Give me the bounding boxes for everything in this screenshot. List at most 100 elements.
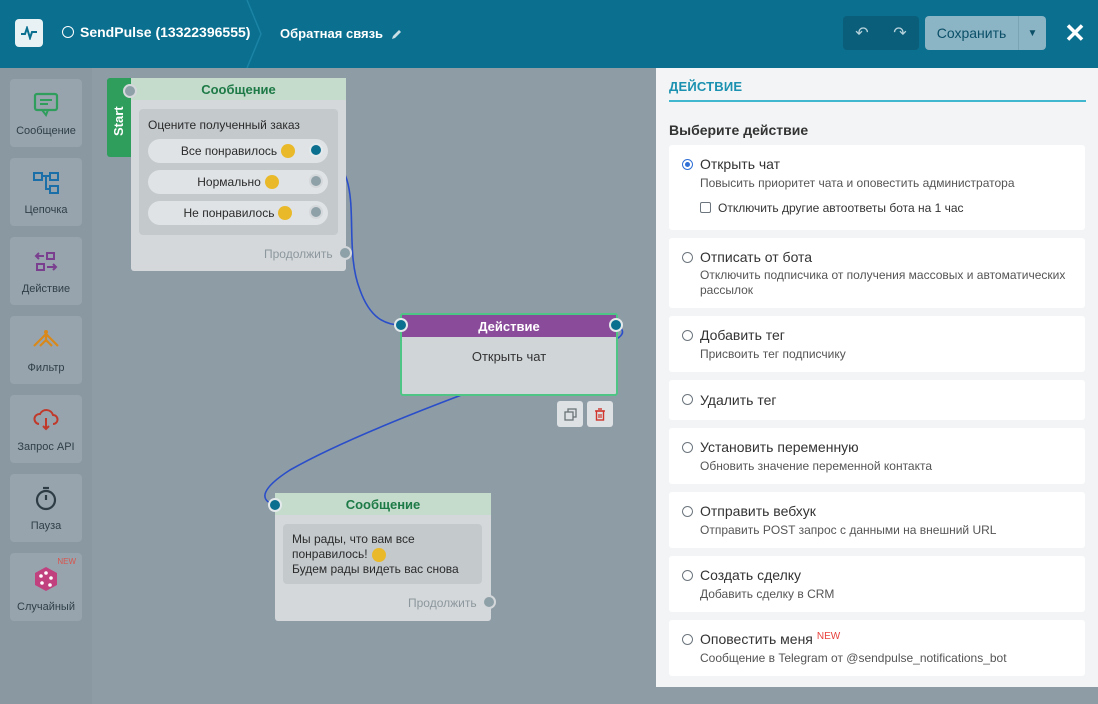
tool-pause[interactable]: Пауза <box>10 474 82 542</box>
undo-icon[interactable]: ↶ <box>843 16 881 50</box>
reply-button-3[interactable]: Не понравилось <box>148 201 328 225</box>
option-description: Отправить POST запрос с данными на внешн… <box>700 523 997 537</box>
radio[interactable] <box>682 330 693 341</box>
action-settings-panel: ДЕЙСТВИЕ Выберите действие Открыть чат П… <box>656 68 1098 687</box>
copy-node-button[interactable] <box>557 401 583 427</box>
neutral-emoji-icon <box>264 175 279 189</box>
trash-icon <box>595 407 605 421</box>
reply-button-label: Все понравилось <box>180 144 278 158</box>
option-label: Удалить тег <box>700 392 777 408</box>
option-remove-tag[interactable]: Удалить тег <box>669 380 1085 420</box>
chevron-down-icon: ▼ <box>1027 27 1038 39</box>
option-label-wrap: Оповестить меня NEW <box>700 631 840 647</box>
option-set-variable[interactable]: Установить переменную Обновить значение … <box>669 428 1085 484</box>
option-label: Добавить тег <box>700 327 785 343</box>
input-port[interactable] <box>123 84 137 98</box>
pulse-icon <box>21 26 37 40</box>
flow-name[interactable]: Обратная связь <box>280 26 403 41</box>
message-line: понравилось! <box>292 547 459 562</box>
continue-output-port[interactable] <box>338 246 352 260</box>
pause-icon <box>35 486 57 511</box>
tool-label: Случайный <box>17 601 75 613</box>
radio[interactable] <box>682 442 693 453</box>
output-port[interactable] <box>609 318 623 332</box>
tool-label: Пауза <box>30 520 62 532</box>
tool-message[interactable]: Сообщение <box>10 79 82 147</box>
action-node[interactable]: Действие Открыть чат <box>400 313 618 396</box>
tool-api-request[interactable]: Запрос API <box>10 395 82 463</box>
copy-icon <box>563 407 577 421</box>
option-label: Создать сделку <box>700 567 802 583</box>
node-title: Сообщение <box>131 78 346 100</box>
input-port[interactable] <box>268 498 282 512</box>
bot-name[interactable]: SendPulse (13322396555) <box>62 24 250 40</box>
save-button[interactable]: Сохранить <box>925 16 1018 50</box>
random-icon <box>35 567 57 591</box>
panel-subtitle: Выберите действие <box>669 122 809 138</box>
option-label: Отправить вебхук <box>700 503 816 519</box>
message-line: Будем рады видеть вас снова <box>292 562 459 576</box>
happy-emoji-icon <box>281 144 296 158</box>
disable-autoreplies-checkbox[interactable] <box>700 202 711 213</box>
tool-label: Цепочка <box>24 204 68 216</box>
new-badge: NEW <box>57 557 76 566</box>
option-open-chat[interactable]: Открыть чат Повысить приоритет чата и оп… <box>669 145 1085 230</box>
node-title: Сообщение <box>275 493 491 515</box>
sad-emoji-icon <box>278 206 293 220</box>
tool-label: Сообщение <box>16 125 76 137</box>
filter-icon <box>33 330 59 347</box>
bot-name-label: SendPulse (13322396555) <box>80 24 251 40</box>
action-icon <box>34 252 58 271</box>
tool-label: Фильтр <box>27 362 65 374</box>
breadcrumb-separator <box>246 0 262 68</box>
continue-output-port[interactable] <box>482 595 496 609</box>
tool-chain[interactable]: Цепочка <box>10 158 82 226</box>
pencil-icon[interactable] <box>391 28 403 40</box>
option-description: Добавить сделку в CRM <box>700 587 835 601</box>
delete-node-button[interactable] <box>587 401 613 427</box>
option-label: Открыть чат <box>700 156 781 172</box>
input-port[interactable] <box>394 318 408 332</box>
option-create-deal[interactable]: Создать сделку Добавить сделку в CRM <box>669 556 1085 612</box>
tool-filter[interactable]: Фильтр <box>10 316 82 384</box>
reply-button-2[interactable]: Нормально <box>148 170 328 194</box>
option-label: Отписать от бота <box>700 249 813 265</box>
history-controls: ↶ ↷ <box>843 16 919 50</box>
start-label: Start <box>111 106 126 136</box>
radio[interactable] <box>682 570 693 581</box>
message-node-2[interactable]: Сообщение Мы рады, что вам все понравило… <box>275 493 491 621</box>
tool-label: Действие <box>21 283 71 295</box>
button-output-port[interactable] <box>309 205 323 219</box>
flow-name-label: Обратная связь <box>280 26 384 41</box>
tool-label: Запрос API <box>17 441 75 453</box>
option-description: Сообщение в Telegram от @sendpulse_notif… <box>700 651 1007 665</box>
panel-title-underline <box>669 100 1086 102</box>
close-button[interactable]: ✕ <box>1062 18 1088 48</box>
option-description: Присвоить тег подписчику <box>700 347 846 361</box>
button-output-port[interactable] <box>309 143 323 157</box>
option-unsubscribe[interactable]: Отписать от бота Отключить подписчика от… <box>669 238 1085 308</box>
radio[interactable] <box>682 252 693 263</box>
tool-random[interactable]: NEW Случайный <box>10 553 82 621</box>
save-dropdown-button[interactable]: ▼ <box>1018 16 1046 50</box>
whatsapp-icon <box>62 26 74 38</box>
radio-selected[interactable] <box>682 159 693 170</box>
option-label: Установить переменную <box>700 439 859 455</box>
option-add-tag[interactable]: Добавить тег Присвоить тег подписчику <box>669 316 1085 372</box>
node-title: Действие <box>402 315 616 337</box>
reply-button-1[interactable]: Все понравилось <box>148 139 328 163</box>
action-text: Открыть чат <box>471 349 547 364</box>
message-text: Оцените полученный заказ <box>148 118 300 132</box>
reply-button-label: Не понравилось <box>183 206 275 220</box>
tool-action[interactable]: Действие <box>10 237 82 305</box>
option-description: Обновить значение переменной контакта <box>700 459 933 473</box>
radio[interactable] <box>682 506 693 517</box>
continue-label: Продолжить <box>264 247 333 261</box>
option-notify-me[interactable]: Оповестить меня NEW Сообщение в Telegram … <box>669 620 1085 676</box>
button-output-port[interactable] <box>309 174 323 188</box>
radio[interactable] <box>682 394 693 405</box>
panel-title: ДЕЙСТВИЕ <box>669 79 743 94</box>
redo-icon[interactable]: ↷ <box>881 16 919 50</box>
radio[interactable] <box>682 634 693 645</box>
option-send-webhook[interactable]: Отправить вебхук Отправить POST запрос с… <box>669 492 1085 548</box>
